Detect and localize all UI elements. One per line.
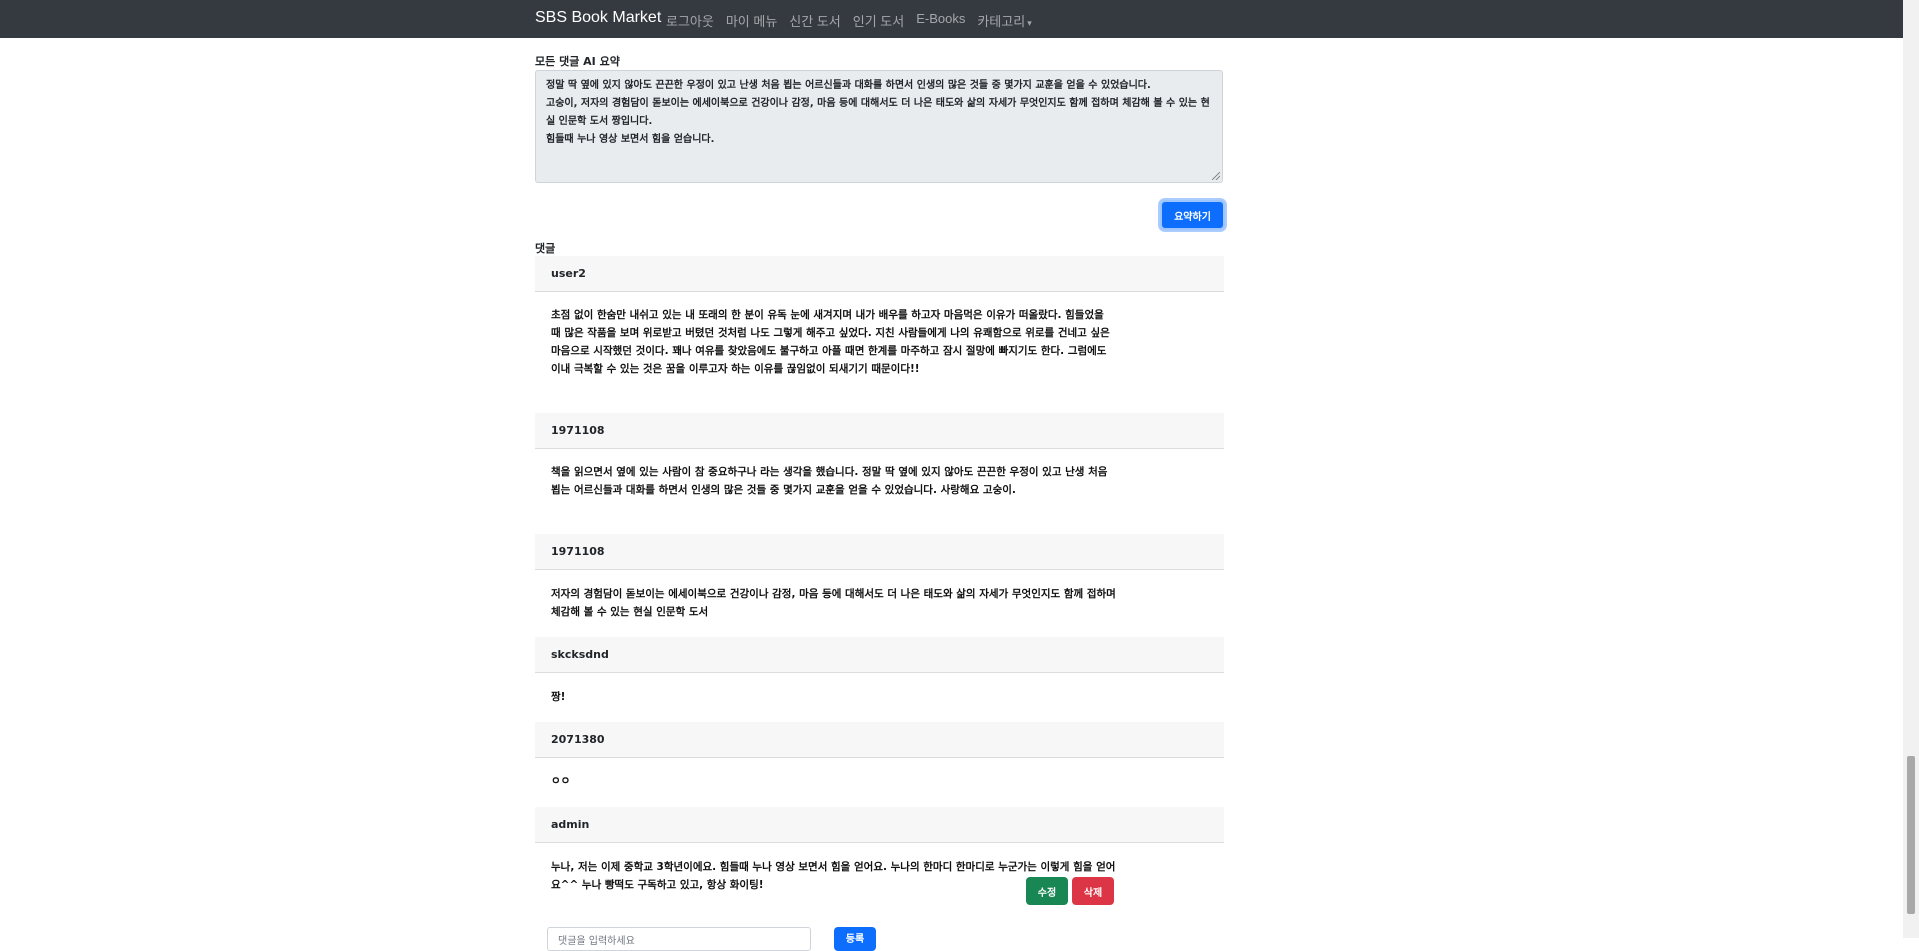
comment-author: skcksdnd — [551, 648, 609, 661]
comment-header: admin — [535, 807, 1224, 843]
ai-summary-label: 모든 댓글 AI 요약 — [535, 55, 620, 68]
delete-comment-button[interactable]: 삭제 — [1072, 877, 1114, 905]
ai-summary-textarea[interactable]: 정말 딱 옆에 있지 않아도 끈끈한 우정이 있고 난생 처음 뵙는 어르신들과… — [535, 70, 1223, 183]
resize-grip-icon[interactable] — [1212, 172, 1220, 180]
nav-my-menu[interactable]: 마이 메뉴 — [726, 11, 777, 30]
scrollbar-thumb[interactable] — [1907, 756, 1915, 914]
nav-logout[interactable]: 로그아웃 — [666, 11, 714, 30]
comment-text: 책을 읽으면서 옆에 있는 사람이 참 중요하구나 라는 생각을 했습니다. 정… — [551, 466, 1108, 496]
nav-popular-books[interactable]: 인기 도서 — [853, 11, 904, 30]
comment-header: 2071380 — [535, 722, 1224, 758]
caret-down-icon: ▾ — [1027, 18, 1032, 28]
comment-author: 1971108 — [551, 545, 605, 558]
new-comment-input[interactable]: 댓글을 입력하세요 — [547, 927, 811, 951]
nav-links: 로그아웃 마이 메뉴 신간 도서 인기 도서 E-Books 카테고리 ▾ — [666, 11, 1032, 30]
comment-author: 1971108 — [551, 424, 605, 437]
submit-comment-button[interactable]: 등록 — [834, 927, 876, 951]
ai-summary-text: 정말 딱 옆에 있지 않아도 끈끈한 우정이 있고 난생 처음 뵙는 어르신들과… — [546, 80, 1210, 145]
comments-heading: 댓글 — [535, 242, 556, 255]
summarize-button[interactable]: 요약하기 — [1160, 200, 1225, 230]
top-navbar: SBS Book Market 로그아웃 마이 메뉴 신간 도서 인기 도서 E… — [0, 0, 1903, 38]
comment-text: 초점 없이 한숨만 내쉬고 있는 내 또래의 한 분이 유독 눈에 새겨지며 내… — [551, 309, 1110, 375]
comment-header: 1971108 — [535, 534, 1224, 570]
comment-header: user2 — [535, 256, 1224, 292]
edit-comment-button[interactable]: 수정 — [1026, 877, 1068, 905]
comment-text: 짱! — [551, 691, 566, 703]
comment-author: admin — [551, 818, 590, 831]
nav-category-label: 카테고리 — [977, 14, 1026, 29]
comment-text: ㅇㅇ — [551, 775, 571, 787]
brand-link[interactable]: SBS Book Market — [535, 9, 661, 27]
nav-new-books[interactable]: 신간 도서 — [789, 11, 840, 30]
comment-author: 2071380 — [551, 733, 605, 746]
comment-header: 1971108 — [535, 413, 1224, 449]
comment-author: user2 — [551, 267, 586, 280]
comment-header: skcksdnd — [535, 637, 1224, 673]
nav-ebooks[interactable]: E-Books — [916, 11, 965, 30]
nav-category-dropdown[interactable]: 카테고리 ▾ — [977, 11, 1031, 30]
comment-text: 저자의 경험담이 돋보이는 에세이북으로 건강이나 감정, 마음 등에 대해서도… — [551, 588, 1116, 618]
